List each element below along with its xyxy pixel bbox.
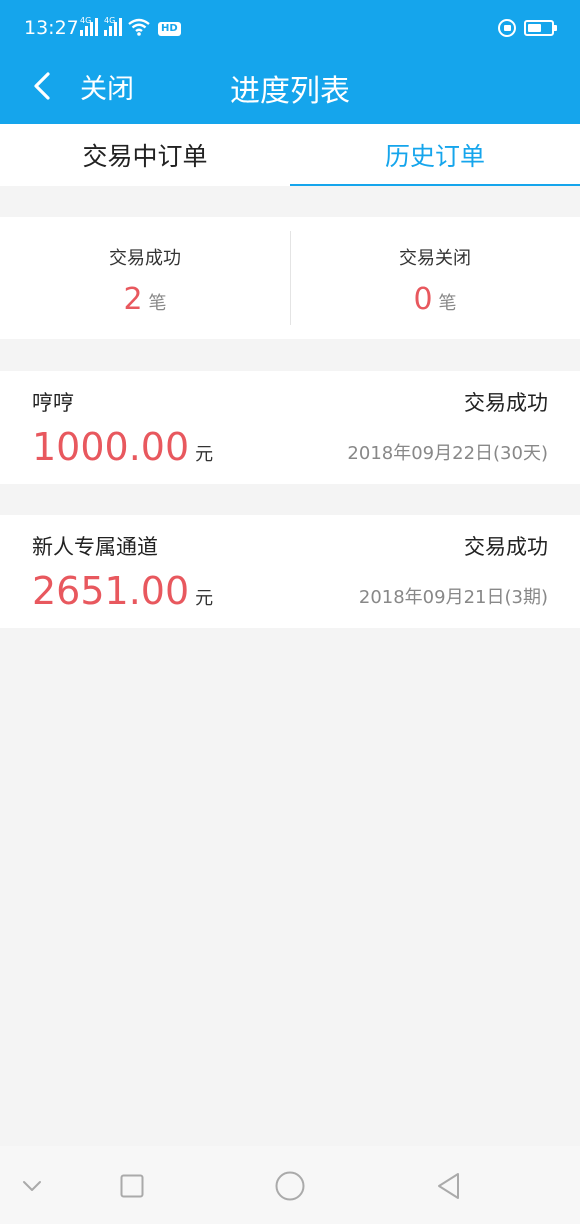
signal-label: 4G (80, 16, 92, 25)
triangle-back-icon (438, 1173, 459, 1199)
status-icons-right (498, 19, 557, 37)
summary-unit: 笔 (438, 293, 457, 314)
order-status: 交易成功 (464, 391, 548, 415)
nav-bar: 关闭 进度列表 (0, 58, 580, 124)
order-status: 交易成功 (464, 535, 548, 559)
order-amount: 2651.00 (32, 569, 190, 613)
signal-label: 4G (104, 16, 116, 25)
order-card[interactable]: 新人专属通道 交易成功 2651.00 元 2018年09月21日(3期) (0, 515, 580, 628)
signal-icon: 4G (104, 16, 122, 36)
summary-count: 2 (123, 282, 143, 317)
summary-label: 交易关闭 (399, 248, 471, 269)
tab-trading-orders[interactable]: 交易中订单 (0, 124, 290, 186)
summary-count-row: 0 笔 (413, 282, 456, 317)
wifi-icon (128, 18, 150, 36)
order-tabs: 交易中订单 历史订单 (0, 124, 580, 186)
battery-icon (524, 20, 557, 36)
summary-closed[interactable]: 交易关闭 0 笔 (290, 217, 580, 339)
order-date: 2018年09月21日(3期) (358, 587, 548, 608)
order-name: 新人专属通道 (32, 535, 158, 559)
summary-unit: 笔 (148, 293, 167, 314)
summary-count-row: 2 笔 (123, 282, 166, 317)
order-date: 2018年09月22日(30天) (347, 443, 548, 464)
order-summary: 交易成功 2 笔 交易关闭 0 笔 (0, 217, 580, 339)
order-currency: 元 (195, 444, 214, 465)
signal-icon: 4G (80, 16, 98, 36)
order-currency: 元 (195, 588, 214, 609)
status-icons-left: 4G 4G HD (80, 16, 181, 36)
status-time: 13:27 (24, 17, 79, 39)
hide-nav-button[interactable] (12, 1166, 52, 1206)
page-title: 进度列表 (230, 74, 350, 109)
home-button[interactable] (270, 1166, 310, 1206)
square-icon (120, 1174, 144, 1198)
hd-badge: HD (158, 22, 181, 36)
app-header: 13:27 4G 4G HD 关闭 进度列表 (0, 0, 580, 124)
circle-icon (275, 1171, 305, 1201)
system-nav-bar (0, 1146, 580, 1224)
chevron-down-icon (23, 1181, 41, 1191)
summary-success[interactable]: 交易成功 2 笔 (0, 217, 290, 339)
order-amount: 1000.00 (32, 425, 190, 469)
order-amount-row: 2651.00 元 (32, 569, 213, 613)
summary-label: 交易成功 (109, 248, 181, 269)
battery-fill (528, 24, 542, 32)
order-card[interactable]: 哼哼 交易成功 1000.00 元 2018年09月22日(30天) (0, 371, 580, 484)
recents-button[interactable] (112, 1166, 152, 1206)
status-bar: 13:27 4G 4G HD (0, 0, 580, 58)
summary-count: 0 (413, 282, 433, 317)
rotation-lock-icon (498, 19, 516, 37)
back-nav-button[interactable] (428, 1166, 468, 1206)
tab-history-orders[interactable]: 历史订单 (290, 124, 580, 186)
order-name: 哼哼 (32, 391, 74, 415)
order-amount-row: 1000.00 元 (32, 425, 213, 469)
